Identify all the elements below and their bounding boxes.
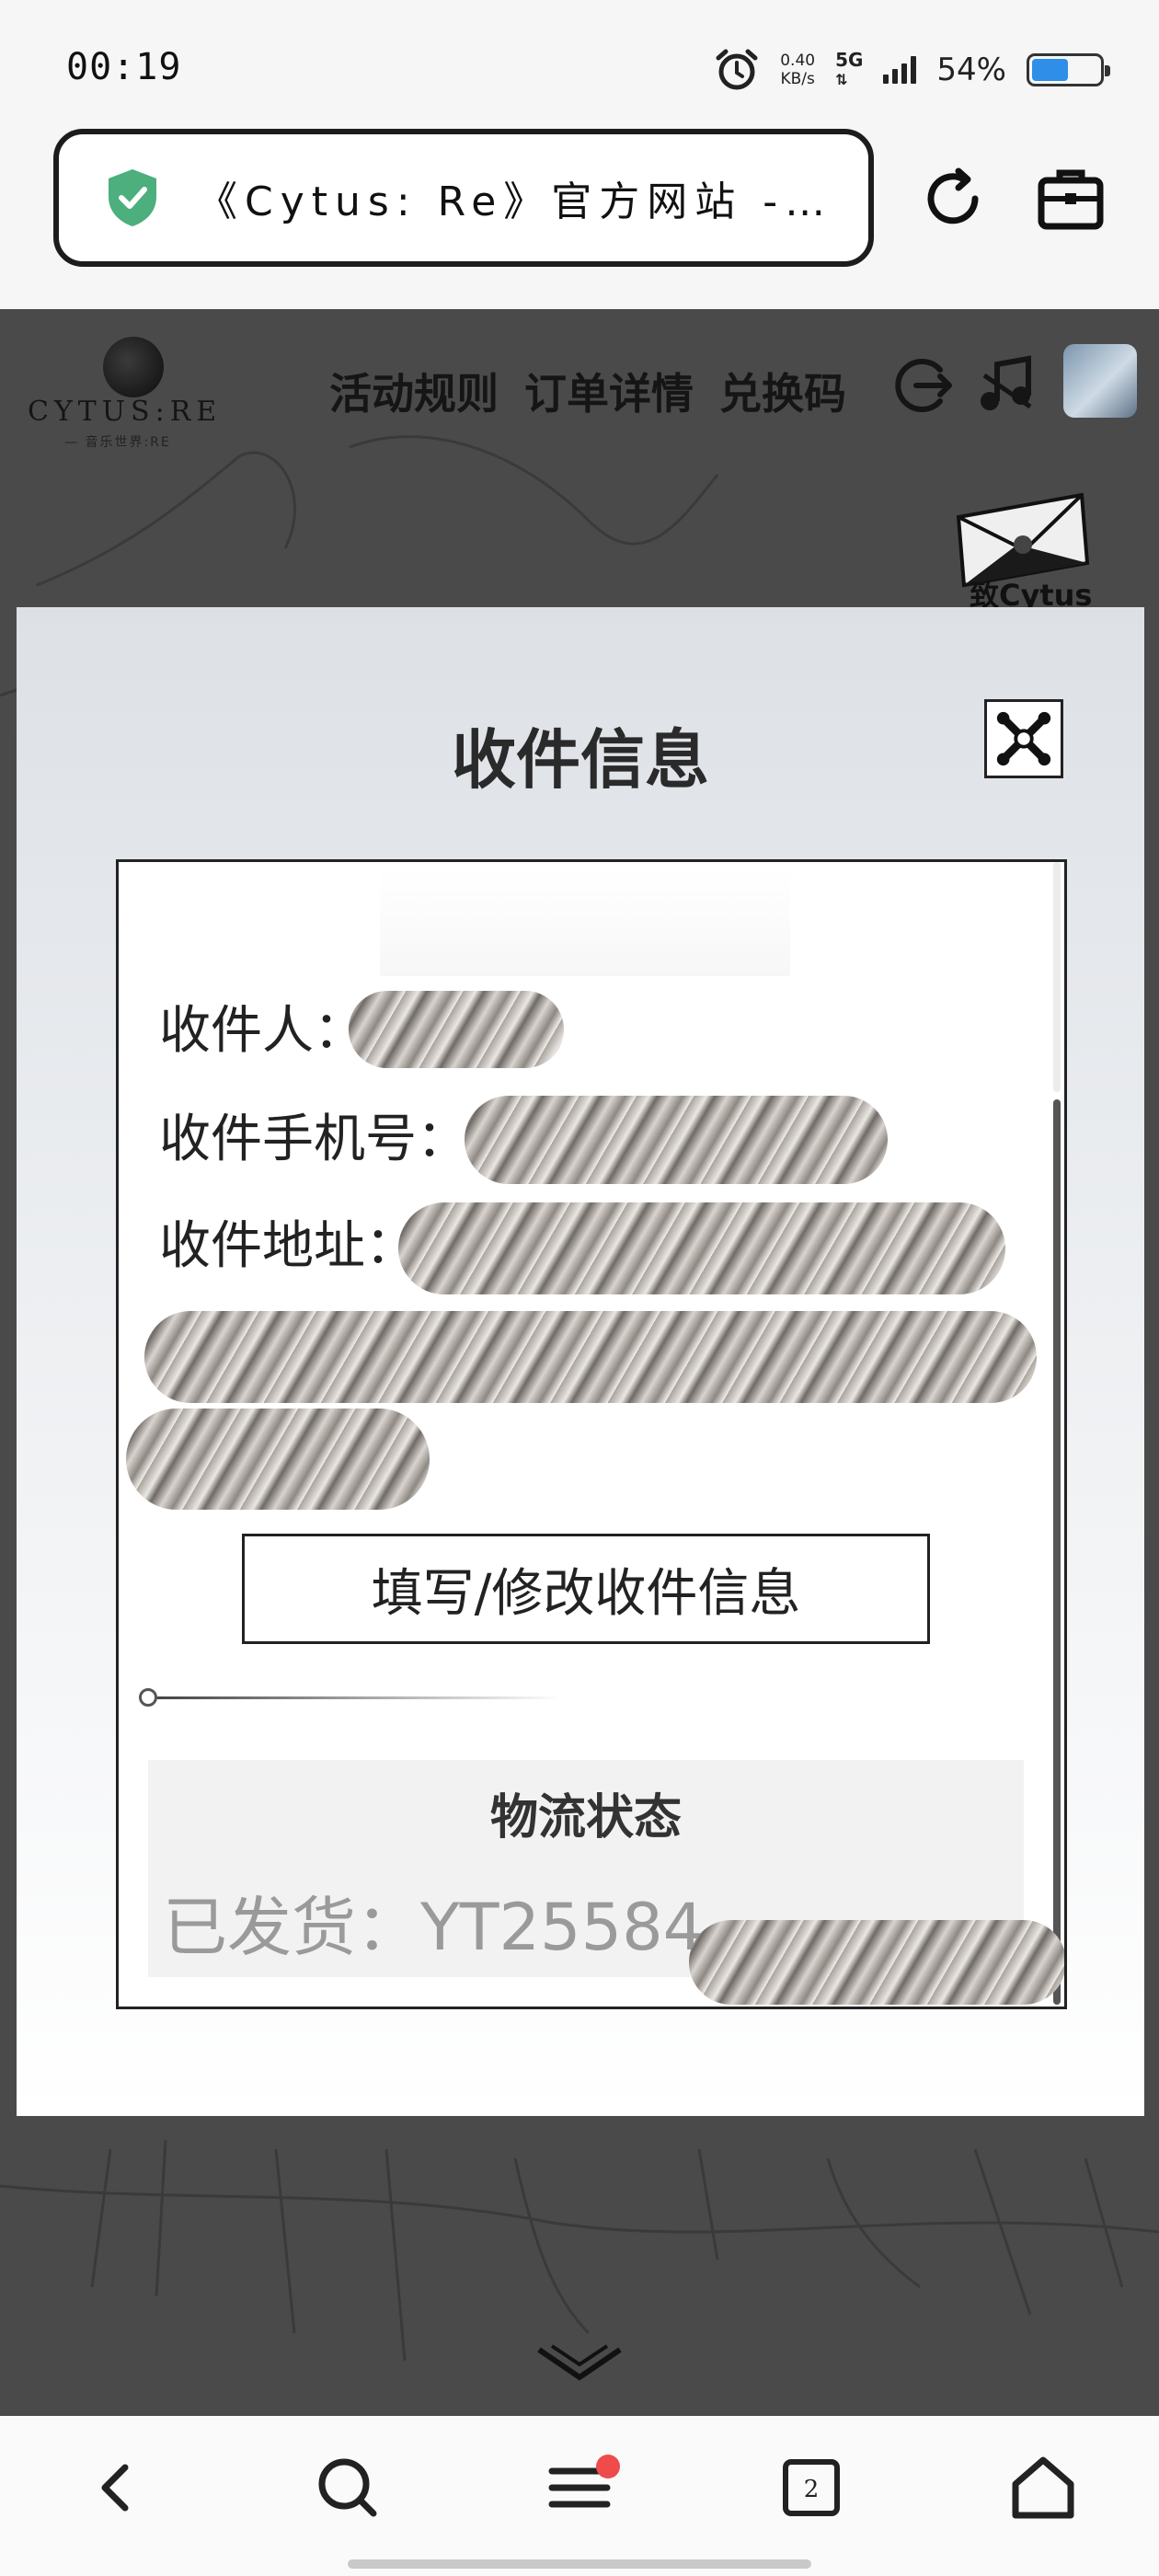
close-icon <box>996 711 1051 766</box>
alarm-clock-icon <box>716 49 758 90</box>
network-speed-unit: KB/s <box>780 70 815 88</box>
scrolled-out-content <box>380 869 790 976</box>
security-shield-icon <box>109 169 156 226</box>
tabs-icon[interactable]: 2 <box>775 2451 848 2524</box>
nav-activity-rules[interactable]: 活动规则 <box>329 361 499 421</box>
modal-title: 收件信息 <box>452 722 709 798</box>
redacted-address-line-3 <box>126 1409 430 1510</box>
redacted-address-line-2 <box>144 1311 1037 1403</box>
battery-icon <box>1027 53 1110 86</box>
redacted-recipient-name <box>349 991 564 1068</box>
section-divider <box>139 1686 562 1708</box>
status-time: 00:19 <box>66 46 182 88</box>
svg-text:2: 2 <box>804 2476 820 2503</box>
search-icon[interactable] <box>311 2451 384 2524</box>
redacted-tracking-number <box>689 1920 1064 2005</box>
browser-toolbar: 《Cytus: Re》官方网站 -… <box>0 129 1159 309</box>
data-arrows-icon: ⇅ <box>835 71 848 88</box>
status-bar: 00:19 0.40 KB/s 5G ⇅ 54% <box>0 0 1159 129</box>
redacted-phone-number <box>465 1096 888 1184</box>
refresh-icon[interactable] <box>916 162 990 236</box>
battery-level-fill <box>1032 59 1068 81</box>
shipping-info-panel[interactable]: 收件人： 收件手机号： 收件地址： 填写/修改收件信息 物流状态 已发货：YT2… <box>116 859 1067 2009</box>
toolbox-icon[interactable] <box>1034 162 1107 236</box>
close-button[interactable] <box>984 699 1063 778</box>
scrollbar-thumb[interactable] <box>1053 1099 1061 2005</box>
site-header: CYTUS:RE — 音乐世界:RE 活动规则 订单详情 兑换码 <box>0 309 1159 475</box>
page-title-in-address-bar: 《Cytus: Re》官方网站 -… <box>197 178 822 225</box>
recipient-label: 收件人： <box>159 1001 365 1061</box>
phone-label: 收件手机号： <box>159 1110 468 1169</box>
address-label: 收件地址： <box>159 1216 417 1276</box>
battery-percent: 54% <box>936 52 1006 88</box>
back-icon[interactable] <box>79 2451 153 2524</box>
network-type: 5G ⇅ <box>835 50 863 90</box>
home-icon[interactable] <box>1006 2451 1080 2524</box>
music-share-icon[interactable] <box>975 353 1039 418</box>
nav-order-details[interactable]: 订单详情 <box>524 361 694 421</box>
cytus-logo-mark[interactable] <box>103 337 164 397</box>
user-avatar[interactable] <box>1063 344 1137 418</box>
logout-icon[interactable] <box>892 353 957 418</box>
nav-redeem-code[interactable]: 兑换码 <box>719 361 846 421</box>
shipping-info-modal: 收件信息 收件人： 收件手机号： 收件地址： 填写/修改收件信息 物流状态 已发… <box>17 607 1144 2116</box>
signal-strength-icon <box>883 56 917 84</box>
address-bar[interactable]: 《Cytus: Re》官方网站 -… <box>53 129 874 267</box>
browser-bottom-nav: 2 <box>0 2416 1159 2576</box>
redacted-address-line-1 <box>398 1202 1005 1294</box>
logistics-title: 物流状态 <box>489 1790 682 1846</box>
network-speed-value: 0.40 <box>780 52 816 70</box>
site-nav: 活动规则 订单详情 兑换码 <box>329 361 846 421</box>
notification-dot <box>596 2455 620 2478</box>
edit-shipping-info-button[interactable]: 填写/修改收件信息 <box>242 1534 930 1644</box>
chevron-down-icon[interactable] <box>534 2340 625 2386</box>
network-speed: 0.40 KB/s <box>780 52 815 88</box>
network-type-label: 5G <box>835 49 864 71</box>
scrollbar-track <box>1053 862 1061 1092</box>
status-indicators: 0.40 KB/s 5G ⇅ 54% <box>714 44 1110 96</box>
site-logo-subtitle: — 音乐世界:RE <box>64 435 171 450</box>
site-logo[interactable]: CYTUS:RE <box>28 396 222 428</box>
logistics-status: 已发货：YT25584 <box>163 1890 705 1965</box>
home-indicator[interactable] <box>348 2559 811 2569</box>
